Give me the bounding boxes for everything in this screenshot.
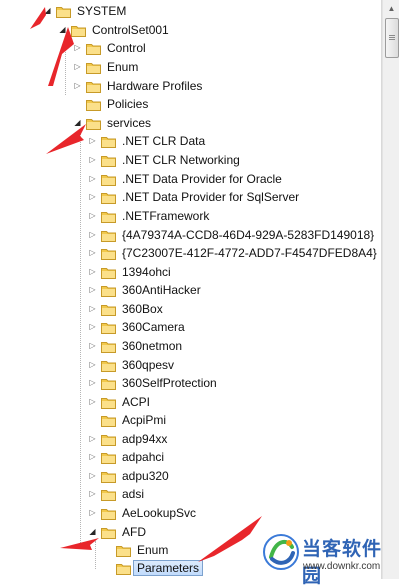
red-arrow-icon — [198, 516, 262, 562]
red-arrow-icon — [60, 538, 99, 550]
downkr-logo-icon — [263, 534, 299, 570]
red-arrow-icon — [30, 7, 46, 29]
red-arrow-icon — [46, 124, 86, 154]
watermark-url: www.downkr.com — [303, 561, 381, 572]
annotation-arrows — [30, 7, 262, 562]
watermark: 当客软件园 www.downkr.com — [262, 529, 399, 587]
red-arrow-icon — [48, 27, 74, 86]
